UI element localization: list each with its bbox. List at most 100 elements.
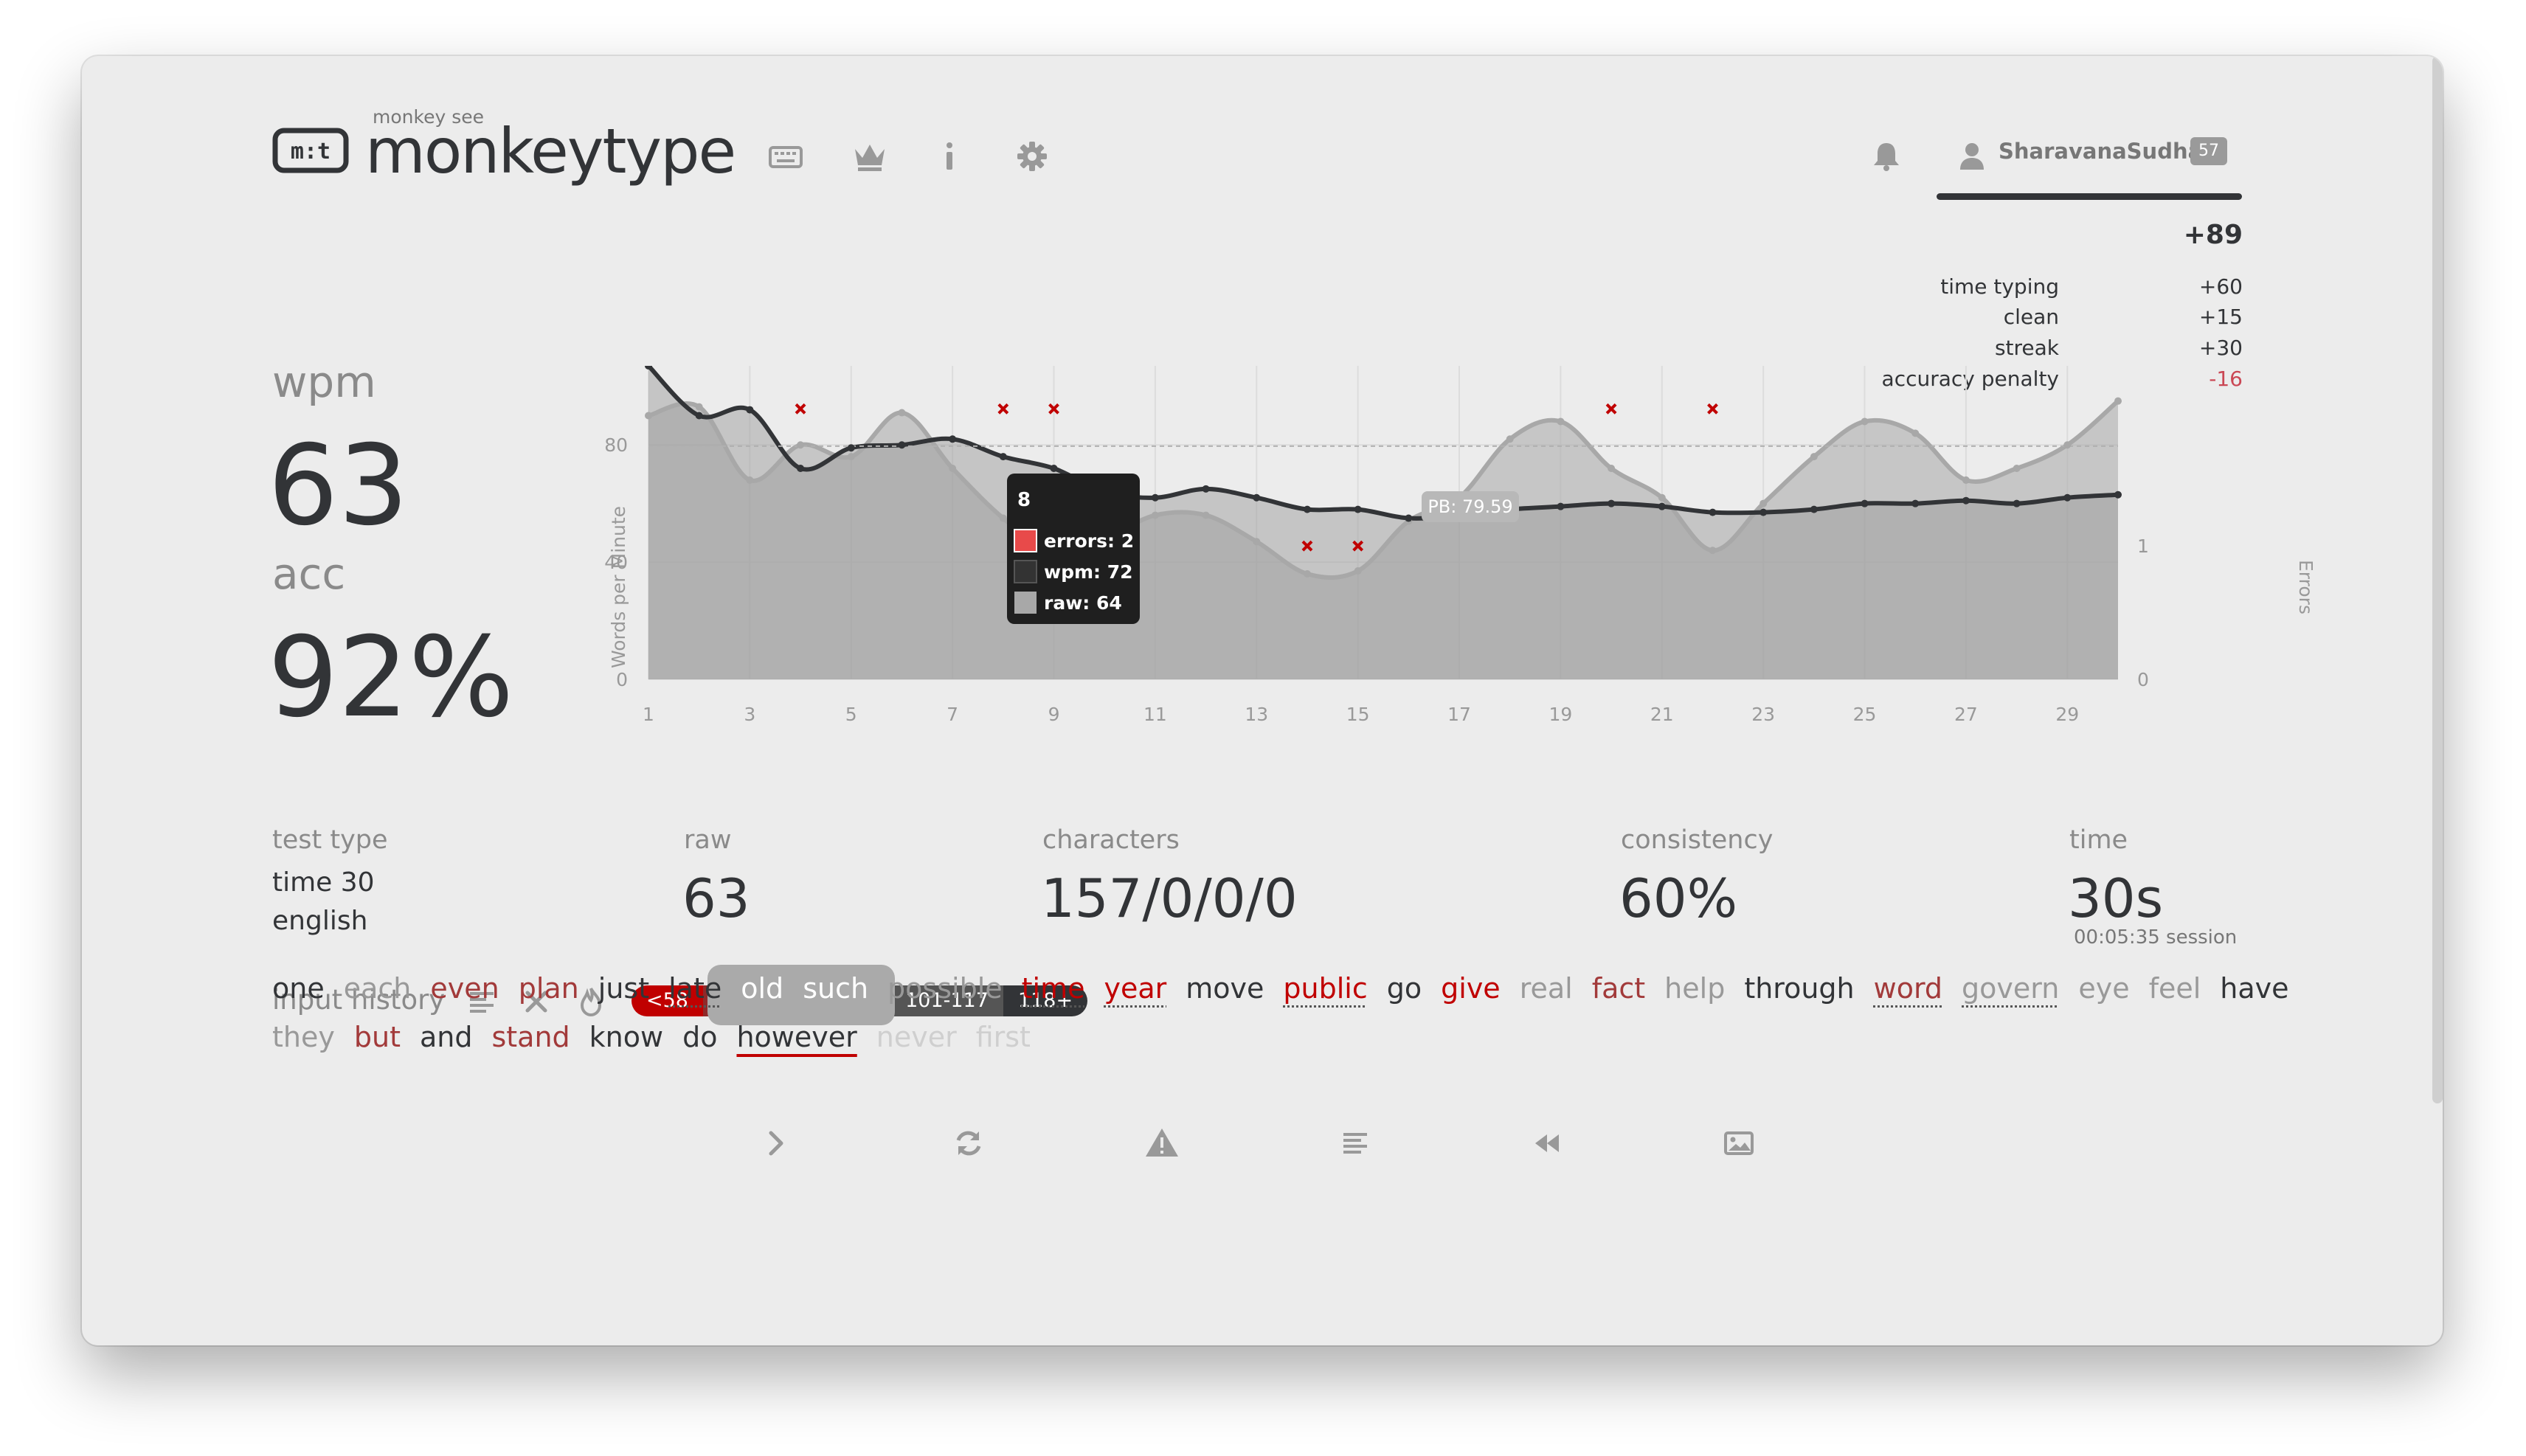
x-tick-label: 1 xyxy=(643,704,654,725)
history-word[interactable]: move xyxy=(1186,972,1264,1005)
y-tick-label: 80 xyxy=(604,434,628,456)
history-word[interactable]: feel xyxy=(2149,972,2201,1005)
restart-icon[interactable] xyxy=(949,1124,988,1162)
raw-point xyxy=(2013,465,2021,473)
next-test-icon[interactable] xyxy=(758,1124,796,1162)
history-word[interactable]: and xyxy=(420,1021,473,1053)
raw-point xyxy=(1303,570,1311,578)
raw-point xyxy=(1759,499,1768,507)
tooltip-title: 8 xyxy=(1017,489,1031,511)
raw-point xyxy=(898,409,906,417)
tooltip-wpm: wpm: 72 xyxy=(1044,561,1133,583)
x-tick-label: 15 xyxy=(1346,704,1370,725)
history-word[interactable]: possible xyxy=(887,972,1003,1005)
history-word[interactable]: eye xyxy=(2078,972,2129,1005)
wpm-chart[interactable]: 1 3 5 7 9 11 13 15 17 19 21 23 25 27 29 0408001 Words … xyxy=(584,366,2339,808)
crown-icon[interactable] xyxy=(851,137,889,176)
history-word[interactable]: know xyxy=(589,1021,663,1053)
xp-value-time-typing: +60 xyxy=(2198,274,2243,299)
y-axis-title: Words per Minute xyxy=(608,506,629,668)
wpm-point xyxy=(2114,490,2122,499)
keyboard-icon[interactable] xyxy=(767,137,805,176)
time-value: 30s xyxy=(2068,867,2164,929)
replay-icon[interactable] xyxy=(1528,1124,1566,1162)
user-icon[interactable] xyxy=(1953,137,1991,176)
raw-point xyxy=(2063,441,2072,449)
x-tick-label: 5 xyxy=(845,704,857,725)
test-type-language: english xyxy=(272,906,368,936)
x-tick-label: 3 xyxy=(744,704,755,725)
history-word[interactable]: stand xyxy=(491,1021,570,1053)
history-word[interactable]: year xyxy=(1104,972,1167,1005)
wpm-point xyxy=(1354,505,1362,513)
history-word[interactable]: through xyxy=(1744,972,1854,1005)
report-icon[interactable] xyxy=(1143,1124,1181,1162)
history-word[interactable]: however xyxy=(736,1021,857,1053)
words-row-1: one each even plan just late old such po… xyxy=(272,972,2289,1005)
wpm-point xyxy=(949,435,957,443)
gear-icon[interactable] xyxy=(1013,137,1051,176)
history-word[interactable]: one xyxy=(272,972,325,1005)
history-word[interactable]: but xyxy=(354,1021,401,1053)
raw-point xyxy=(1911,429,1920,437)
scrollbar[interactable] xyxy=(2432,56,2443,1103)
history-word[interactable]: go xyxy=(1387,972,1422,1005)
history-word[interactable]: help xyxy=(1664,972,1725,1005)
wpm-point xyxy=(1709,508,1717,516)
info-icon[interactable] xyxy=(930,137,969,176)
raw-point xyxy=(1658,493,1666,502)
raw-label: raw xyxy=(684,825,732,855)
history-word[interactable]: time xyxy=(1022,972,1085,1005)
history-word[interactable]: old xyxy=(741,972,783,1005)
x-tick-label: 17 xyxy=(1447,704,1471,725)
wpm-point xyxy=(1303,505,1311,513)
history-word[interactable]: first xyxy=(976,1021,1031,1053)
words-history-icon[interactable] xyxy=(1336,1124,1374,1162)
history-word[interactable]: give xyxy=(1441,972,1501,1005)
history-word[interactable]: each xyxy=(344,972,412,1005)
raw-point xyxy=(1354,567,1362,575)
wpm-point xyxy=(1405,514,1413,522)
wpm-area xyxy=(648,366,2118,679)
app-window: m:t monkey see monkeytype SharavanaSudha… xyxy=(82,56,2443,1345)
x-tick-label: 23 xyxy=(1751,704,1775,725)
x-tick-label: 11 xyxy=(1143,704,1167,725)
history-word[interactable]: never xyxy=(876,1021,957,1053)
history-word[interactable]: real xyxy=(1520,972,1573,1005)
history-word[interactable]: they xyxy=(272,1021,335,1053)
history-word[interactable]: fact xyxy=(1592,972,1645,1005)
raw-point xyxy=(847,453,855,461)
error-marker xyxy=(997,403,1009,415)
y-tick-label: 0 xyxy=(616,669,628,690)
x-tick-label: 13 xyxy=(1245,704,1268,725)
user-name[interactable]: SharavanaSudhan xyxy=(1999,139,2218,164)
raw-point xyxy=(999,514,1007,522)
raw-point xyxy=(1253,538,1261,546)
history-word[interactable]: just xyxy=(598,972,649,1005)
wpm-point xyxy=(2063,493,2072,502)
bell-icon[interactable] xyxy=(1867,137,1906,176)
history-word[interactable]: plan xyxy=(519,972,579,1005)
x-tick-label: 21 xyxy=(1650,704,1674,725)
history-word[interactable]: public xyxy=(1283,972,1367,1005)
brand-title[interactable]: monkeytype xyxy=(365,115,736,187)
raw-point xyxy=(1557,417,1565,426)
logo-icon[interactable]: m:t xyxy=(272,128,349,173)
history-word[interactable]: have xyxy=(2220,972,2288,1005)
error-marker xyxy=(1605,403,1617,415)
wpm-point xyxy=(2013,499,2021,507)
x-tick-label: 25 xyxy=(1853,704,1877,725)
history-word[interactable]: such xyxy=(803,972,868,1005)
wpm-point xyxy=(898,441,906,449)
wpm-point xyxy=(1962,496,1970,505)
history-word[interactable]: govern xyxy=(1962,972,2059,1005)
screenshot-icon[interactable] xyxy=(1720,1124,1758,1162)
history-word[interactable]: late xyxy=(668,972,722,1005)
history-word[interactable]: even xyxy=(430,972,499,1005)
wpm-point xyxy=(1557,502,1565,510)
history-word[interactable]: word xyxy=(1874,972,1942,1005)
y2-tick-label: 1 xyxy=(2137,535,2149,557)
tooltip-raw: raw: 64 xyxy=(1044,592,1122,614)
consistency-label: consistency xyxy=(1621,825,1774,855)
history-word[interactable]: do xyxy=(682,1021,717,1053)
